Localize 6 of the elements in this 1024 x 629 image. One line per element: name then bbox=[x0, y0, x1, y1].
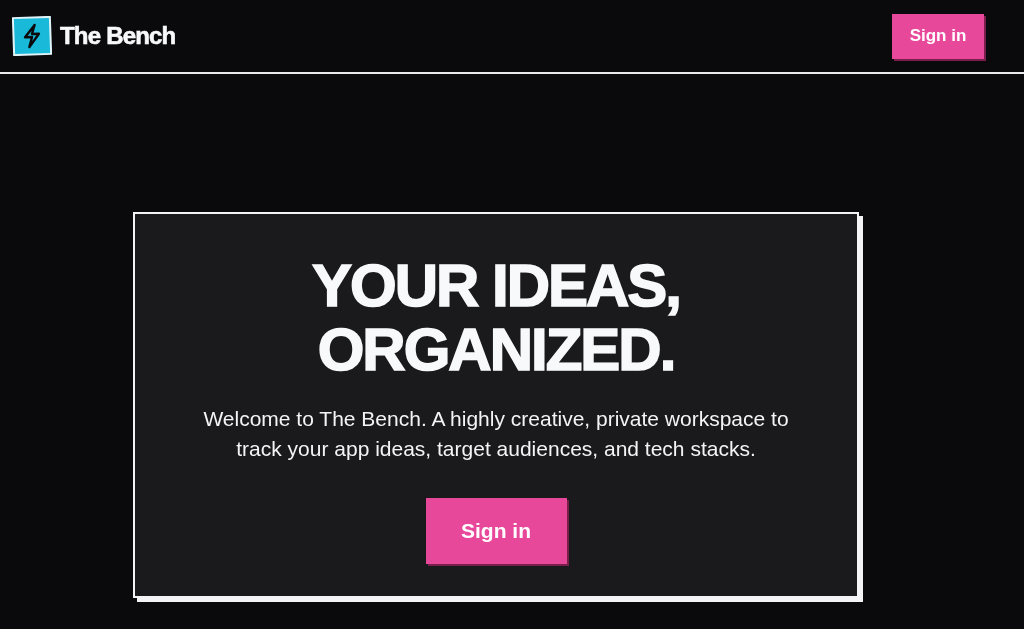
sign-in-button[interactable]: Sign in bbox=[892, 13, 984, 59]
lightning-icon bbox=[12, 16, 52, 56]
hero-description: Welcome to The Bench. A highly creative, private workspace to track your app ideas, target audiences, and tech stacks. bbox=[202, 406, 790, 462]
sign-in-button[interactable]: Sign in bbox=[425, 498, 567, 564]
brand-name: The Bench bbox=[60, 21, 176, 51]
hero-heading: YOUR IDEAS, ORGANIZED. bbox=[310, 254, 682, 382]
